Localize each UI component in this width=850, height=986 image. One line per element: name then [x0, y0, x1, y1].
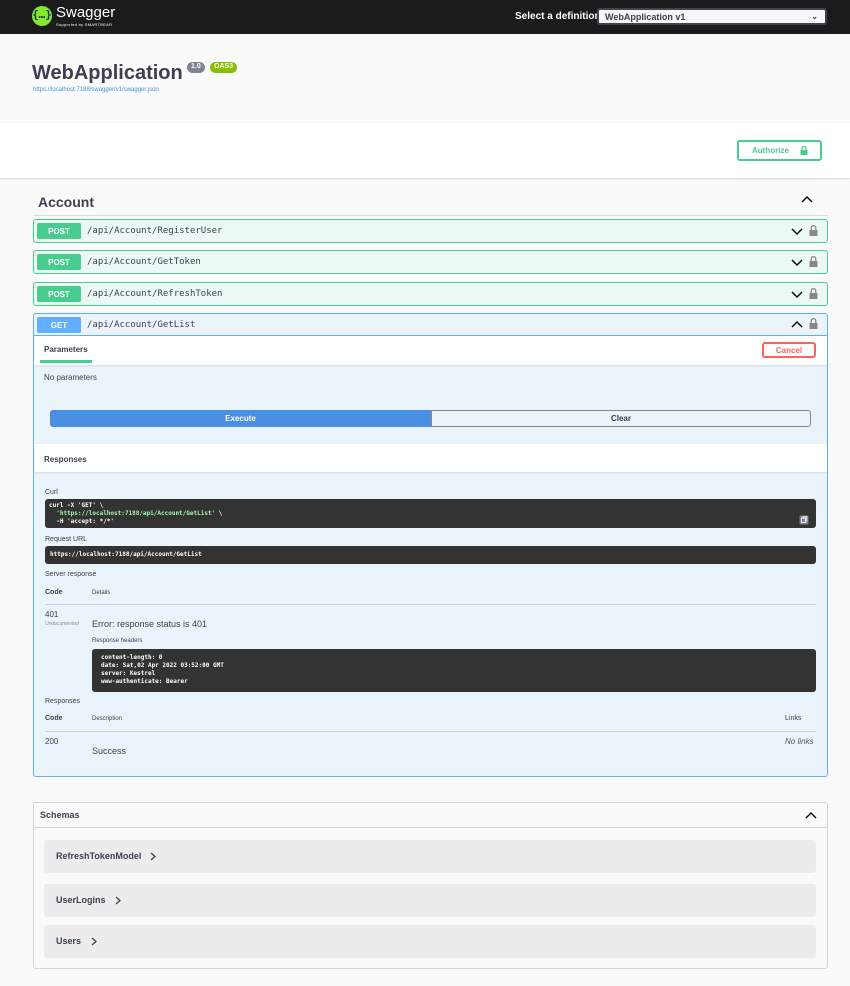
chevron-down-icon[interactable] [791, 258, 803, 267]
request-url-block[interactable]: https://localhost:7188/api/Account/GetLi… [45, 546, 816, 564]
description-header: Description [92, 716, 123, 722]
no-parameters-text: No parameters [44, 373, 97, 382]
undocumented-label: Undocumented [45, 621, 79, 627]
response-headers-block[interactable]: content-length: 0 date: Sat,02 Apr 2022 0… [92, 649, 816, 692]
schemas-title: Schemas [40, 810, 80, 820]
curl-label: Curl [45, 489, 58, 496]
curl-header: -H 'accept: */*' [56, 518, 115, 525]
code-header: Code [45, 715, 63, 722]
chevron-right-icon [150, 852, 156, 861]
response-code-200: 200 [45, 737, 59, 746]
lock-icon[interactable] [809, 256, 818, 267]
server-response-label: Server response [45, 571, 97, 578]
response-code: 401 [45, 610, 59, 619]
error-text: Error: response status is 401 [92, 619, 208, 629]
chevron-up-icon[interactable] [801, 194, 813, 204]
lock-icon[interactable] [809, 225, 818, 236]
operation-path: /api/Account/RegisterUser [87, 226, 223, 236]
definition-select-value: WebApplication v1 [605, 12, 686, 22]
authorize-button[interactable]: Authorize [737, 140, 822, 161]
scheme-container: Authorize [0, 123, 850, 178]
header-line: date: Sat,02 Apr 2022 03:52:00 GMT [101, 662, 224, 669]
version-badge: 1.0 [187, 62, 205, 73]
swagger-logo[interactable]: {…} Swagger Supported by SMARTBEAR [32, 4, 116, 29]
request-url-label: Request URL [45, 536, 88, 543]
spec-url-link[interactable]: https://localhost:7188/swagger/v1/swagge… [33, 87, 159, 93]
definition-label: Select a definition [515, 11, 601, 22]
curl-url: 'https://localhost:7188/api/Account/GetL… [56, 510, 216, 517]
tab-active-indicator [40, 360, 92, 363]
lock-icon[interactable] [809, 318, 818, 329]
schema-name: RefreshTokenModel [56, 851, 142, 861]
parameters-bar: Parameters Cancel [34, 336, 827, 365]
table-divider [45, 604, 816, 605]
header-line: server: Kestrel [101, 670, 156, 677]
operation-path: /api/Account/GetList [87, 320, 196, 330]
api-title: WebApplication [32, 62, 183, 84]
clear-button[interactable]: Clear [431, 410, 811, 427]
responses-label: Responses [45, 698, 81, 705]
details-header: Details [92, 590, 111, 596]
operation-path: /api/Account/GetToken [87, 257, 201, 267]
header-line: www-authenticate: Bearer [101, 678, 188, 685]
chevron-up-icon[interactable] [805, 811, 817, 820]
oas-badge: OAS3 [210, 62, 238, 73]
definition-select[interactable]: WebApplication v1 ⌄ [597, 8, 827, 25]
table-divider [45, 731, 816, 732]
chevron-up-icon[interactable] [791, 320, 803, 329]
operation-get-list: GET /api/Account/GetList Parameters Canc… [33, 313, 828, 777]
chevron-down-icon[interactable] [791, 227, 803, 236]
chevron-down-icon: ⌄ [811, 12, 818, 21]
method-badge: POST [37, 254, 81, 270]
method-badge: GET [37, 317, 81, 333]
logo-subtitle: Supported by SMARTBEAR [56, 22, 113, 27]
method-badge: POST [37, 286, 81, 302]
copy-icon[interactable] [799, 515, 809, 525]
swagger-logo-icon: {…} [32, 6, 52, 26]
response-headers-label: Response headers [92, 638, 143, 644]
schema-user-logins[interactable]: UserLogins [44, 884, 816, 917]
execute-button[interactable]: Execute [50, 410, 431, 427]
lock-icon[interactable] [809, 288, 818, 299]
code-header: Code [45, 589, 63, 596]
operation-get-token[interactable]: POST /api/Account/GetToken [33, 250, 828, 274]
response-links: No links [785, 737, 814, 746]
responses-title: Responses [44, 455, 87, 464]
operation-refresh-token[interactable]: POST /api/Account/RefreshToken [33, 282, 828, 306]
schema-refresh-token-model[interactable]: RefreshTokenModel [44, 840, 816, 873]
chevron-right-icon [91, 937, 97, 946]
operation-get-list-header[interactable]: GET /api/Account/GetList [34, 314, 827, 336]
schemas-section: Schemas RefreshTokenModel UserLogins Use… [33, 802, 828, 969]
curl-code-block[interactable]: curl -X 'GET' \ 'https://localhost:7188/… [45, 499, 816, 528]
top-bar: {…} Swagger Supported by SMARTBEAR Selec… [0, 0, 850, 34]
cancel-button[interactable]: Cancel [762, 342, 816, 358]
operation-register-user[interactable]: POST /api/Account/RegisterUser [33, 219, 828, 243]
authorize-label: Authorize [752, 146, 789, 155]
schema-name: Users [56, 936, 82, 946]
tab-parameters[interactable]: Parameters [44, 345, 88, 354]
response-description: Success [92, 746, 127, 756]
schemas-header[interactable]: Schemas [34, 803, 827, 828]
responses-bar: Responses [34, 444, 827, 472]
lock-icon [800, 146, 808, 155]
operation-path: /api/Account/RefreshToken [87, 289, 223, 299]
header-line: content-length: 0 [101, 654, 163, 661]
schema-name: UserLogins [56, 895, 106, 905]
method-badge: POST [37, 223, 81, 239]
tag-divider [33, 215, 828, 216]
curl-line: curl -X 'GET' \ [49, 502, 104, 509]
links-header: Links [785, 715, 802, 722]
chevron-down-icon[interactable] [791, 290, 803, 299]
schema-users[interactable]: Users [44, 925, 816, 958]
tag-account-title[interactable]: Account [38, 194, 94, 210]
logo-name: Swagger [56, 4, 116, 21]
chevron-right-icon [115, 896, 121, 905]
